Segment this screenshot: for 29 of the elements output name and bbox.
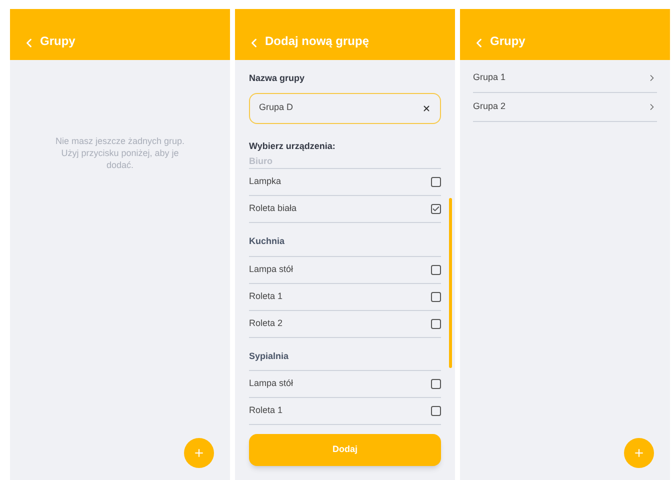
device-row[interactable]: Lampka bbox=[249, 169, 441, 196]
plus-icon bbox=[633, 447, 645, 459]
room-heading: Biuro bbox=[249, 156, 441, 169]
device-row[interactable]: Roleta 2 bbox=[249, 310, 441, 338]
empty-message: Nie masz jeszcze żadnych grup. Użyj przycisku poniżej, aby je dodać. bbox=[54, 135, 186, 171]
checkbox[interactable] bbox=[431, 318, 441, 328]
group-row[interactable]: Grupa 2 bbox=[473, 93, 657, 122]
checkbox[interactable] bbox=[431, 379, 441, 389]
name-input-field[interactable]: Grupa D bbox=[249, 92, 441, 124]
clear-icon[interactable] bbox=[422, 104, 431, 112]
device-row[interactable]: Lampa stół bbox=[249, 371, 441, 398]
group-row[interactable]: Grupa 1 bbox=[473, 64, 657, 93]
room-heading: Kuchnia bbox=[249, 223, 441, 256]
checkbox[interactable] bbox=[431, 264, 441, 274]
checkbox[interactable] bbox=[431, 292, 441, 302]
screen-title: Dodaj nową grupę bbox=[265, 33, 370, 50]
checkbox[interactable] bbox=[431, 204, 441, 214]
screen-title: Grupy bbox=[40, 33, 76, 50]
field-label: Nazwa grupy bbox=[249, 72, 306, 85]
device-row[interactable]: Roleta biała bbox=[249, 196, 441, 223]
device-row[interactable]: Roleta 1 bbox=[249, 284, 441, 310]
checkbox[interactable] bbox=[431, 406, 441, 416]
checkbox[interactable] bbox=[431, 177, 441, 187]
plus-icon bbox=[193, 447, 205, 459]
device-row[interactable]: Lampa stół bbox=[249, 256, 441, 284]
room-heading: Sypialnia bbox=[249, 338, 441, 371]
section-label: Wybierz urządzenia: bbox=[249, 140, 336, 153]
device-row[interactable]: Roleta 1 bbox=[249, 398, 441, 425]
screen-title: Grupy bbox=[490, 33, 526, 50]
